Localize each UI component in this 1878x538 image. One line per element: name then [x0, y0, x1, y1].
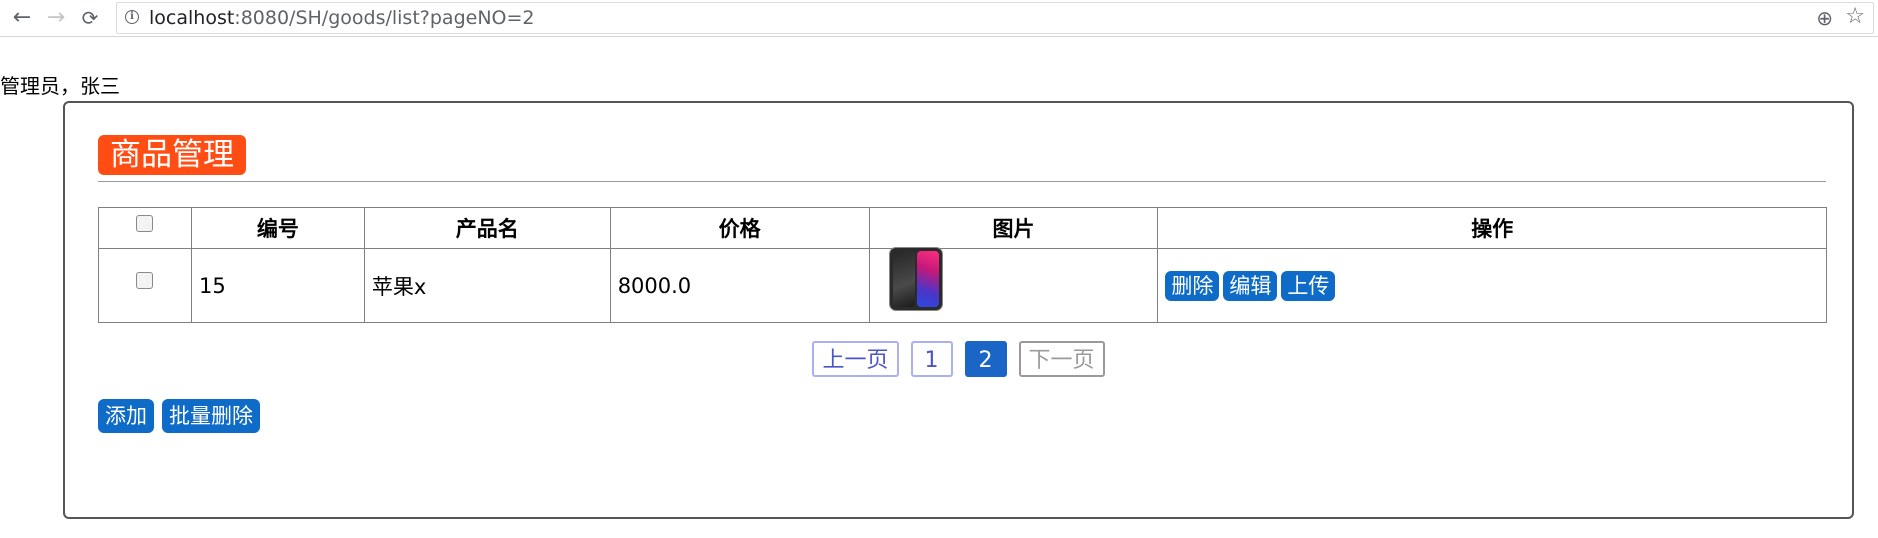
- prev-page-button[interactable]: 上一页: [812, 341, 899, 377]
- goods-table: 编号 产品名 价格 图片 操作 15 苹果x 8000.0 删除 编辑 上传: [98, 207, 1827, 323]
- divider: [98, 181, 1826, 182]
- delete-button[interactable]: 删除: [1165, 270, 1220, 301]
- url-host: localhost: [149, 7, 235, 29]
- forward-arrow-icon[interactable]: →: [44, 6, 68, 30]
- column-header-actions: 操作: [1157, 207, 1827, 249]
- cell-image: [868, 247, 1159, 323]
- address-bar[interactable]: i localhost:8080/SH/goods/list?pageNO=2 …: [116, 2, 1874, 34]
- page-2-button[interactable]: 2: [964, 341, 1007, 377]
- url-text[interactable]: localhost:8080/SH/goods/list?pageNO=2: [149, 7, 535, 29]
- goods-panel: 商品管理 编号 产品名 价格 图片 操作 15 苹果x 8000.0 删除 编辑…: [63, 101, 1854, 519]
- page-title: 商品管理: [98, 135, 246, 175]
- table-header-row: 编号 产品名 价格 图片 操作: [98, 207, 1827, 249]
- cell-id: 15: [190, 248, 365, 323]
- url-path: :8080/SH/goods/list?pageNO=2: [234, 7, 535, 29]
- column-header-name: 产品名: [363, 207, 611, 249]
- browser-toolbar: ← → ⟳ i localhost:8080/SH/goods/list?pag…: [0, 0, 1878, 37]
- row-select-cell: [98, 248, 192, 323]
- info-icon[interactable]: i: [125, 10, 139, 24]
- cell-price: 8000.0: [609, 248, 870, 323]
- cell-actions: 删除 编辑 上传: [1157, 248, 1827, 323]
- upload-button[interactable]: 上传: [1281, 270, 1336, 301]
- select-all-cell: [98, 207, 192, 249]
- edit-button[interactable]: 编辑: [1223, 270, 1278, 301]
- column-header-id: 编号: [190, 207, 365, 249]
- next-page-button[interactable]: 下一页: [1018, 341, 1105, 377]
- zoom-icon[interactable]: ⊕: [1816, 6, 1833, 30]
- cell-name: 苹果x: [363, 248, 611, 323]
- column-header-image: 图片: [868, 207, 1159, 249]
- star-icon[interactable]: ☆: [1845, 4, 1865, 29]
- page-1-button[interactable]: 1: [910, 341, 953, 377]
- footer-actions: 添加 批量删除: [98, 399, 268, 433]
- reload-icon[interactable]: ⟳: [78, 6, 102, 30]
- batch-delete-button[interactable]: 批量删除: [162, 399, 260, 433]
- row-checkbox[interactable]: [136, 272, 154, 289]
- select-all-checkbox[interactable]: [136, 214, 154, 232]
- pagination: 上一页 1 2 下一页: [65, 341, 1852, 377]
- phone-back-graphic: [892, 251, 915, 307]
- table-row: 15 苹果x 8000.0 删除 编辑 上传: [98, 247, 1827, 323]
- product-thumbnail: [888, 247, 943, 311]
- add-button[interactable]: 添加: [98, 399, 154, 433]
- back-arrow-icon[interactable]: ←: [10, 6, 34, 30]
- phone-screen-graphic: [916, 251, 939, 307]
- column-header-price: 价格: [609, 207, 870, 249]
- user-greeting: 管理员，张三: [0, 74, 120, 98]
